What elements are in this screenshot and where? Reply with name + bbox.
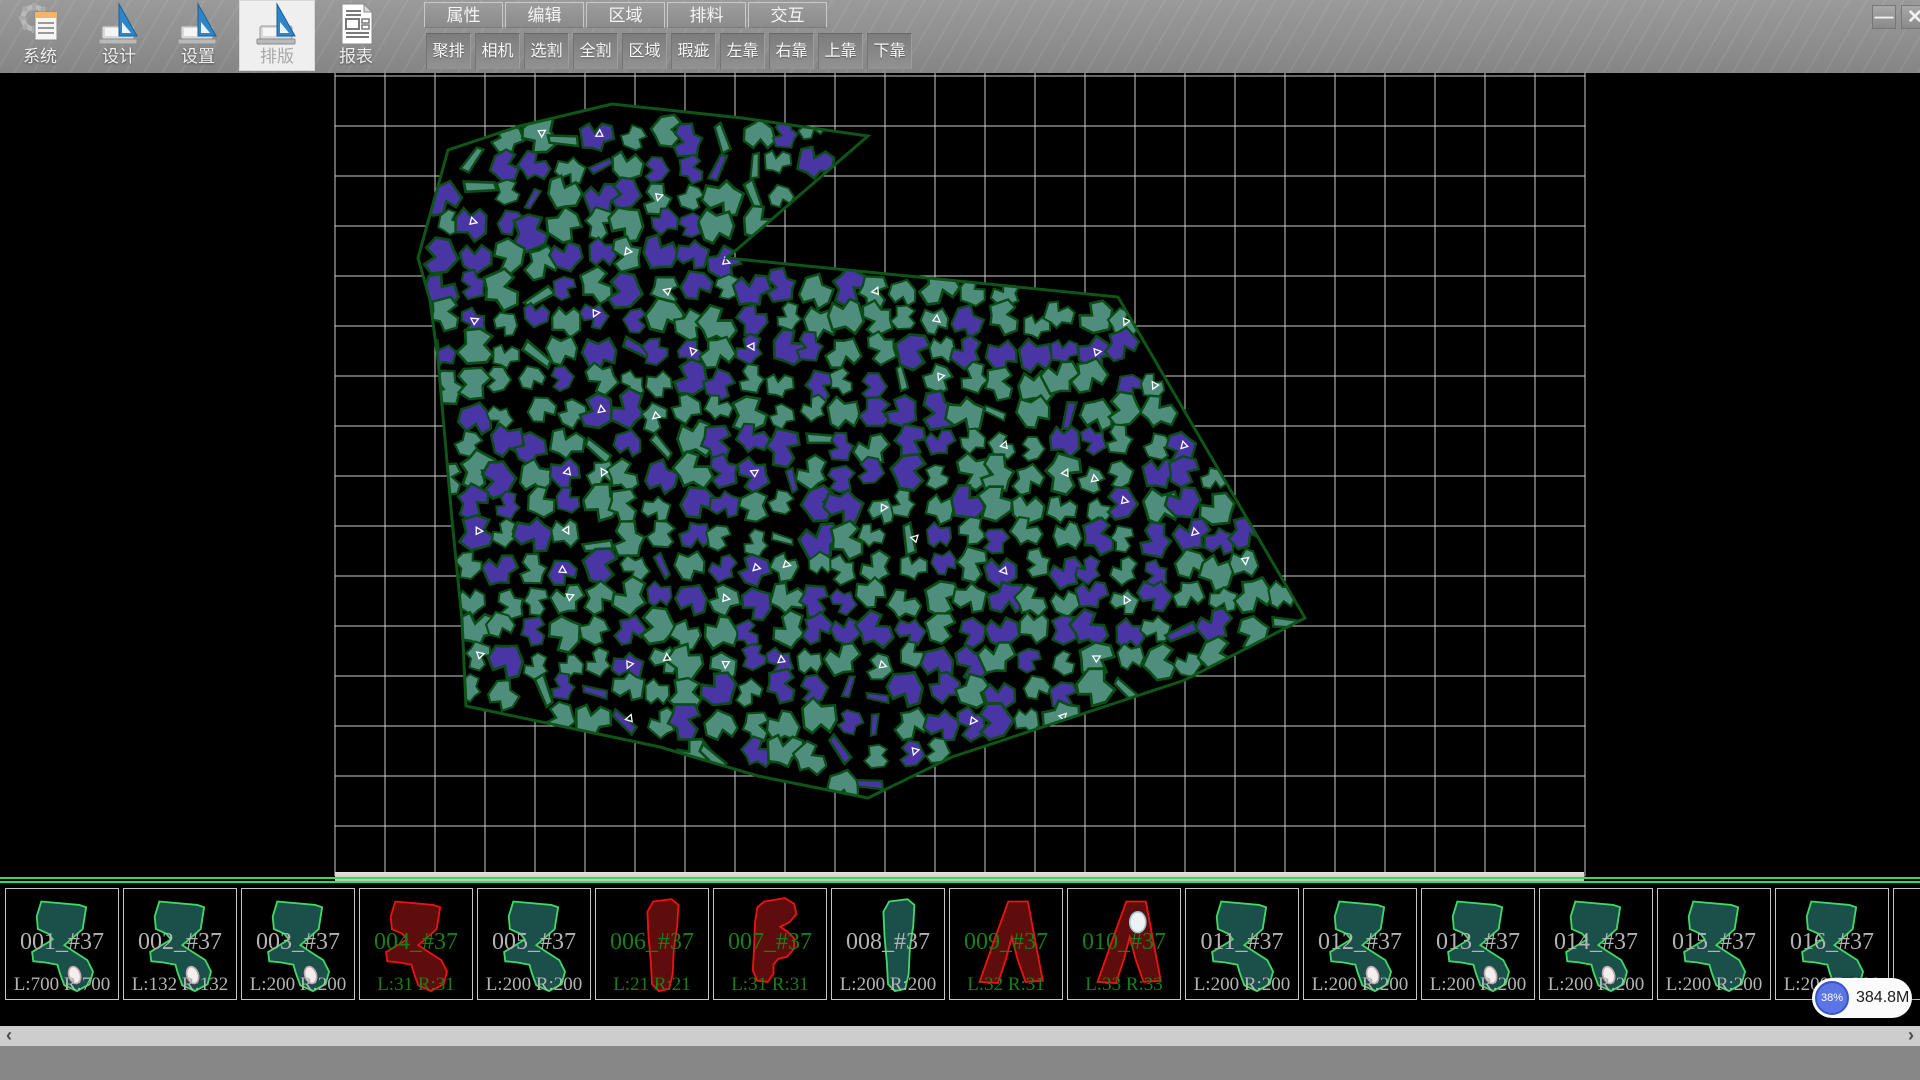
scroll-left-icon[interactable]: ‹ (0, 1026, 18, 1046)
close-button[interactable]: ✕ (1901, 5, 1920, 29)
part-name: 002_#37 (124, 929, 236, 956)
memory-value: 384.8M (1856, 978, 1909, 1018)
progress-circle: 38% (1815, 981, 1849, 1015)
part-name: 005_#37 (478, 929, 590, 956)
part-thumbnail-009_#37[interactable]: 009_#37 L:32 R:31 (949, 888, 1063, 1000)
part-lr-count: L:32 R:31 (950, 974, 1062, 996)
mode-button-label: 系统 (23, 46, 57, 68)
part-thumbnail-005_#37[interactable]: 005_#37 L:200 R:200 (477, 888, 591, 1000)
action-button-10[interactable]: 下靠 (867, 33, 912, 69)
action-button-2[interactable]: 相机 (475, 33, 520, 69)
status-badge[interactable]: 38% 384.8M (1812, 978, 1912, 1018)
mode-button-system[interactable]: 系统 (2, 0, 78, 71)
part-thumbnail-011_#37[interactable]: 011_#37 L:200 R:200 (1185, 888, 1299, 1000)
action-button-6[interactable]: 瑕疵 (671, 33, 716, 69)
set-square-icon (175, 2, 221, 46)
menu-tab-1[interactable]: 属性 (424, 2, 503, 28)
part-name: 015_#37 (1658, 929, 1770, 956)
part-thumbnail-002_#37[interactable]: 002_#37 L:132 R:132 (123, 888, 237, 1000)
top-toolbar: 系统设计设置排版报表 属性编辑区域排料交互 聚排相机选割全割区域瑕疵左靠右靠上靠… (0, 0, 1920, 74)
mode-button-label: 设计 (102, 46, 136, 68)
part-thumbnail-006_#37[interactable]: 006_#37 L:21 R:21 (595, 888, 709, 1000)
part-thumbnail-001_#37[interactable]: 001_#37 L:700 R:700 (5, 888, 119, 1000)
part-thumbnail-010_#37[interactable]: 010_#37 L:33 R:33 (1067, 888, 1181, 1000)
part-thumbnail-003_#37[interactable]: 003_#37 L:200 R:200 (241, 888, 355, 1000)
menu-tab-3[interactable]: 区域 (586, 2, 665, 28)
part-lr-count: L:200 R:200 (478, 974, 590, 996)
part-name: 006_#37 (596, 929, 708, 956)
status-bar (0, 1046, 1920, 1080)
mode-button-design[interactable]: 设计 (81, 0, 157, 71)
part-name: 008_#37 (832, 929, 944, 956)
part-name: 011_#37 (1186, 929, 1298, 956)
set-square-icon (254, 2, 300, 46)
strip-scrollbar[interactable]: ‹ › (0, 1026, 1920, 1046)
menu-tab-5[interactable]: 交互 (748, 2, 827, 28)
mode-button-report[interactable]: 报表 (318, 0, 394, 71)
part-lr-count: L:200 R:200 (1304, 974, 1416, 996)
action-button-4[interactable]: 全割 (573, 33, 618, 69)
part-lr-count: L:33 R:33 (1068, 974, 1180, 996)
set-square-icon (96, 2, 142, 46)
mode-button-label: 设置 (181, 46, 215, 68)
part-thumbnail-007_#37[interactable]: 007_#37 L:31 R:31 (713, 888, 827, 1000)
strip-separator-line (0, 881, 1920, 883)
part-lr-count: L:200 R:200 (1422, 974, 1534, 996)
part-name: 016_#37 (1776, 929, 1888, 956)
part-thumbnail-012_#37[interactable]: 012_#37 L:200 R:200 (1303, 888, 1417, 1000)
action-button-5[interactable]: 区域 (622, 33, 667, 69)
menu-tab-2[interactable]: 编辑 (505, 2, 584, 28)
part-thumbnail-014_#37[interactable]: 014_#37 L:200 R:200 (1539, 888, 1653, 1000)
part-name: 003_#37 (242, 929, 354, 956)
part-lr-count: L:200 R:200 (832, 974, 944, 996)
part-name: 007_#37 (714, 929, 826, 956)
part-name: 0 (1894, 929, 1920, 956)
part-thumbnail-015_#37[interactable]: 015_#37 L:200 R:200 (1657, 888, 1771, 1000)
part-lr-count: L:132 R:132 (124, 974, 236, 996)
mode-button-label: 排版 (260, 46, 294, 68)
mode-button-layout[interactable]: 排版 (239, 0, 315, 71)
report-doc-icon (333, 2, 379, 46)
nesting-drawing (0, 73, 1920, 885)
mode-button-label: 报表 (339, 46, 373, 68)
part-lr-count: L:200 R:200 (242, 974, 354, 996)
action-button-1[interactable]: 聚排 (426, 33, 471, 69)
action-button-row: 聚排相机选割全割区域瑕疵左靠右靠上靠下靠 (426, 33, 912, 69)
action-button-7[interactable]: 左靠 (720, 33, 765, 69)
action-button-3[interactable]: 选割 (524, 33, 569, 69)
part-lr-count: L:200 R:200 (1540, 974, 1652, 996)
part-thumbnail-013_#37[interactable]: 013_#37 L:200 R:200 (1421, 888, 1535, 1000)
strip-separator-line (0, 877, 1920, 879)
part-name: 009_#37 (950, 929, 1062, 956)
app-window: 系统设计设置排版报表 属性编辑区域排料交互 聚排相机选割全割区域瑕疵左靠右靠上靠… (0, 0, 1920, 1080)
part-lr-count: L:21 R:21 (596, 974, 708, 996)
part-name: 014_#37 (1540, 929, 1652, 956)
part-name: 004_#37 (360, 929, 472, 956)
part-name: 010_#37 (1068, 929, 1180, 956)
part-lr-count: L:31 R:31 (360, 974, 472, 996)
scroll-right-icon[interactable]: › (1902, 1026, 1920, 1046)
parts-film-strip: 001_#37L:700 R:700002_#37L:132 R:132003_… (0, 885, 1920, 1026)
part-lr-count: L:700 R:700 (6, 974, 118, 996)
part-lr-count: L:31 R:31 (714, 974, 826, 996)
part-lr-count: L:200 R:200 (1186, 974, 1298, 996)
action-button-9[interactable]: 上靠 (818, 33, 863, 69)
menu-tab-row: 属性编辑区域排料交互 (424, 2, 827, 30)
part-thumbnail-004_#37[interactable]: 004_#37 L:31 R:31 (359, 888, 473, 1000)
gear-doc-icon (17, 2, 63, 46)
action-button-8[interactable]: 右靠 (769, 33, 814, 69)
part-name: 012_#37 (1304, 929, 1416, 956)
part-name: 013_#37 (1422, 929, 1534, 956)
menu-tab-4[interactable]: 排料 (667, 2, 746, 28)
nesting-canvas[interactable] (0, 73, 1920, 885)
part-thumbnail-008_#37[interactable]: 008_#37 L:200 R:200 (831, 888, 945, 1000)
mode-button-settings[interactable]: 设置 (160, 0, 236, 71)
minimize-button[interactable]: — (1872, 5, 1896, 29)
part-name: 001_#37 (6, 929, 118, 956)
part-lr-count: L:200 R:200 (1658, 974, 1770, 996)
